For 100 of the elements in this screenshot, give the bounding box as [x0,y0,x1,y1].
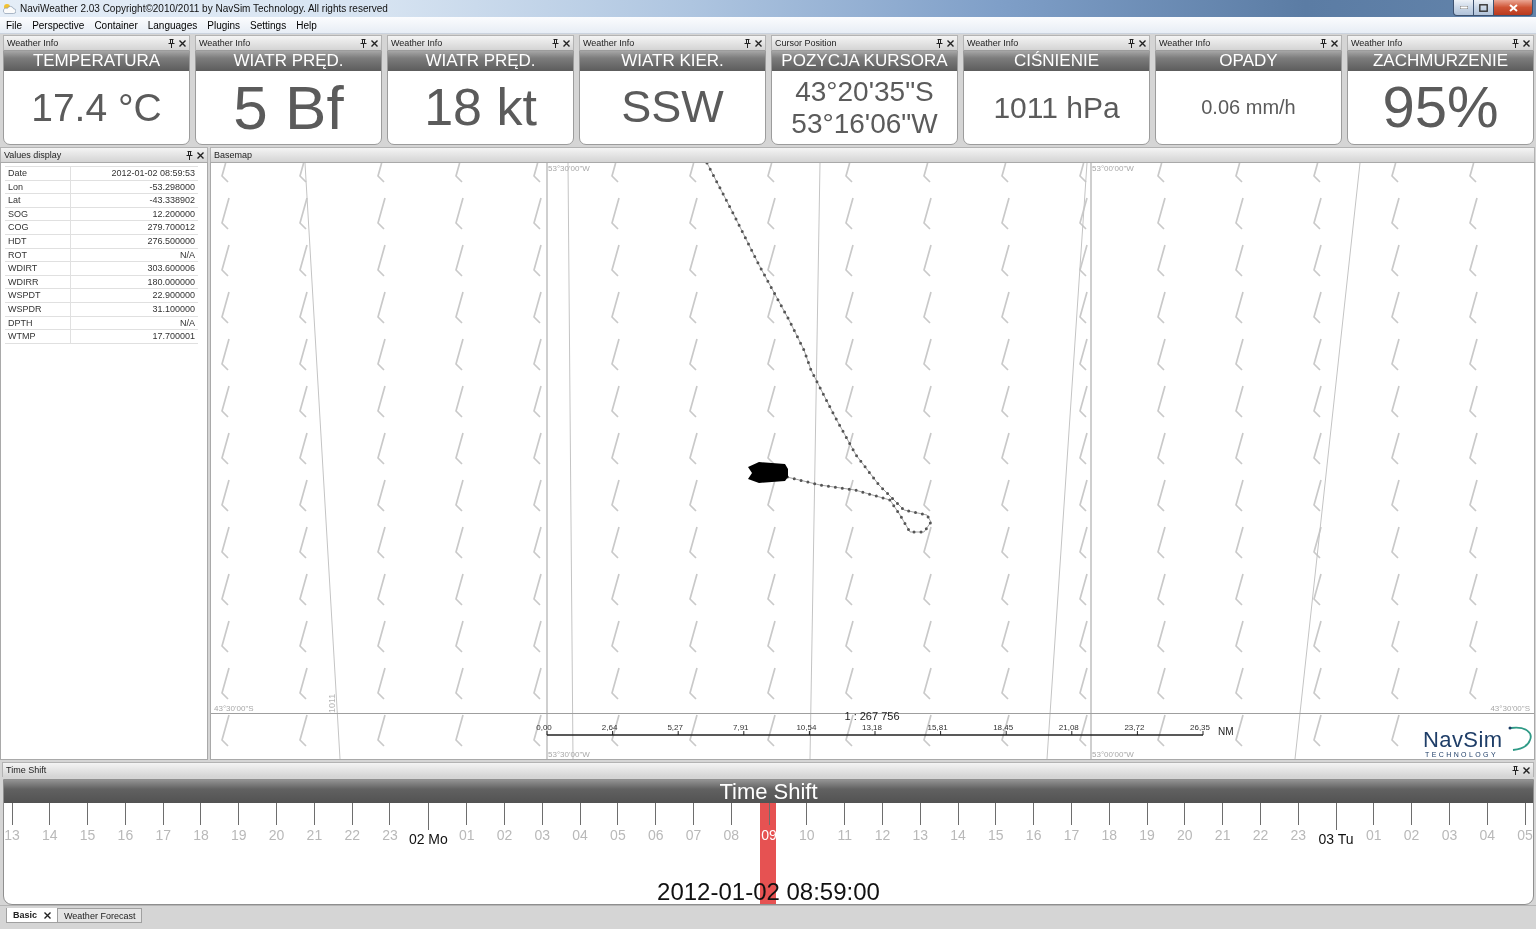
menu-item[interactable]: File [1,17,28,33]
wind-barb-icon [299,620,308,653]
close-icon[interactable] [755,39,762,47]
pin-icon[interactable] [1320,38,1327,48]
wind-barb-icon [1313,620,1322,653]
wind-barb-icon [377,479,386,512]
bottom-tab[interactable]: Basic [6,908,59,923]
wind-barb-icon [689,338,698,371]
ruler-tick [1108,803,1110,825]
close-icon[interactable] [44,911,52,919]
panel-title: Basemap [214,150,253,160]
close-icon[interactable] [371,39,378,47]
wind-barb-icon [377,526,386,559]
close-button[interactable] [1493,0,1533,16]
wind-barb-icon [611,667,620,700]
scale-unit: NM [1218,726,1234,737]
hour-label: 13 [4,827,20,843]
wind-barb-icon [1079,197,1088,230]
menu-item[interactable]: Help [291,17,322,33]
close-icon[interactable] [1523,39,1530,47]
pin-icon[interactable] [936,38,943,48]
ruler-tick [427,803,429,830]
table-cell-text: 2012-01-02 08:59:53 [110,167,196,180]
wind-barb-icon [845,479,854,512]
pin-icon[interactable] [360,38,367,48]
menu-item[interactable]: Plugins [202,17,246,33]
day-label: 02 Mo [408,831,448,847]
wind-barb-icon [1469,667,1478,700]
hour-label: 04 [1479,827,1495,843]
hour-label: 18 [1101,827,1118,843]
panel-title: Weather Info [1351,38,1403,48]
close-icon[interactable] [1331,39,1338,47]
hour-label: 12 [874,827,891,843]
wind-barb-icon [689,714,698,747]
close-icon[interactable] [947,39,954,47]
wind-barb-icon [299,573,308,606]
wind-barb-icon [845,620,854,653]
hour-label: 15 [988,827,1004,843]
wind-barb-icon [221,163,229,183]
table-cell: DPTH [5,316,71,330]
hour-label: 04 [572,827,588,843]
wind-barb-icon [767,714,776,747]
close-icon[interactable] [179,39,186,47]
menu-item[interactable]: Perspective [27,17,90,33]
bottom-tab[interactable]: Weather Forecast [57,908,143,923]
wind-barb-icon [455,573,464,606]
close-icon[interactable] [197,151,204,159]
wind-barb-icon [377,573,386,606]
wind-barb-icon [533,667,542,700]
ruler-tick [276,803,278,825]
wind-barb-icon [1469,479,1478,512]
wind-barb-icon [1235,163,1243,183]
wind-barb-icon [299,163,307,183]
ruler-tick [692,803,694,825]
wind-barb-icon [767,667,776,700]
panel-title: Cursor Position [775,38,837,48]
wind-barb-icon [1469,385,1478,418]
close-icon[interactable] [563,39,570,47]
pin-icon[interactable] [1512,765,1519,775]
wind-barb-icon [1001,526,1010,559]
maximize-button[interactable] [1473,0,1494,16]
pin-icon[interactable] [1512,38,1519,48]
wind-barb-icon [767,526,776,559]
close-icon[interactable] [1523,766,1530,774]
wind-barb-icon [1235,432,1244,465]
wind-barb-icon [1001,197,1010,230]
wind-barb-icon [1001,163,1009,183]
close-icon[interactable] [1139,39,1146,47]
hour-label: 20 [268,827,285,843]
pin-icon[interactable] [1128,38,1135,48]
table-cell-text: 303.600006 [146,262,196,275]
wind-barb-icon [1313,714,1322,747]
minimize-button[interactable] [1453,0,1474,16]
ruler-tick [1297,803,1299,825]
pin-icon[interactable] [552,38,559,48]
wind-barb-icon [689,620,698,653]
wind-barb-icon [1313,244,1322,277]
hour-label: 05 [1517,827,1533,843]
scale-label: 2,64 [601,723,618,732]
wind-barb-icon [533,163,541,183]
pin-icon[interactable] [186,150,193,160]
table-cell: WDIRR [5,275,71,289]
wind-barb-icon [299,714,308,747]
wind-barb-icon [221,620,230,653]
menu-item[interactable]: Languages [142,17,203,33]
menu-item[interactable]: Container [89,17,143,33]
wind-barb-icon [611,197,620,230]
wind-barb-icon [1391,714,1400,747]
pin-icon[interactable] [744,38,751,48]
wind-barb-icon [1157,244,1166,277]
menu-item[interactable]: Settings [245,17,292,33]
wind-barb-icon [1235,385,1244,418]
ruler-tick [162,803,164,825]
hour-label: 19 [1139,827,1155,843]
pin-icon[interactable] [168,38,175,48]
wind-barb-icon [923,573,932,606]
ruler-tick [504,803,505,825]
widget-heading: OPADY [1156,51,1341,71]
ruler-tick [1184,803,1186,825]
ruler-tick [124,803,126,825]
